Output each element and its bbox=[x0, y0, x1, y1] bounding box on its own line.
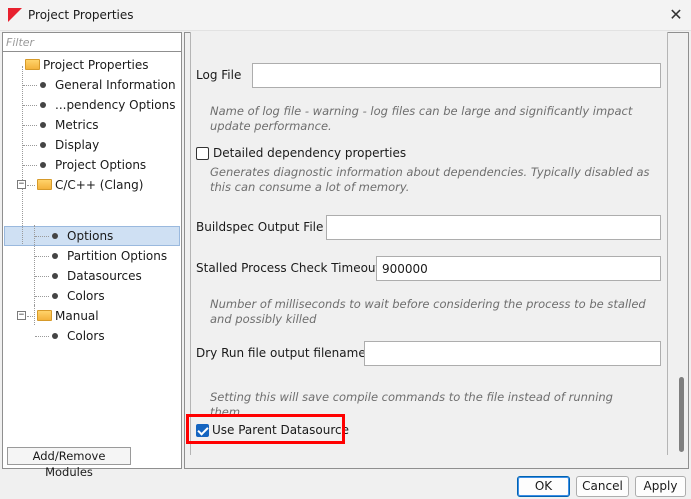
tree-item-label: Metrics bbox=[55, 118, 99, 132]
tree-guide-line bbox=[35, 296, 49, 297]
log-file-hint: Name of log file - warning - log files c… bbox=[210, 104, 633, 133]
collapse-icon[interactable]: − bbox=[17, 180, 26, 189]
ok-button[interactable]: OK bbox=[517, 476, 570, 497]
bullet-icon bbox=[52, 253, 58, 259]
tree-item-label: C/C++ (Clang) bbox=[55, 178, 144, 192]
tree-item-manual-colors[interactable]: Colors bbox=[3, 326, 181, 346]
bullet-icon bbox=[40, 82, 46, 88]
tree-item-dependency-options[interactable]: ...pendency Options bbox=[3, 95, 181, 115]
sidebar: Filter Project Properties General Inform… bbox=[2, 32, 182, 479]
tree-item-label: Display bbox=[55, 138, 100, 152]
stalled-timeout-hint: Number of milliseconds to wait before co… bbox=[210, 297, 646, 326]
tree-item-metrics[interactable]: Metrics bbox=[3, 115, 181, 135]
tree-guide-line bbox=[23, 145, 37, 146]
tree-item-cpp-clang[interactable]: − C/C++ (Clang) bbox=[3, 175, 181, 195]
add-remove-modules-button[interactable]: Add/Remove Modules bbox=[7, 447, 131, 479]
tree-item-display[interactable]: Display bbox=[3, 135, 181, 155]
tree-item-partition-options[interactable]: Partition Options bbox=[3, 246, 181, 266]
title-bar: Project Properties ✕ bbox=[0, 0, 691, 31]
tree-item-label: Options bbox=[67, 229, 114, 243]
tree-guide-line bbox=[35, 256, 49, 257]
tree-item-label: Datasources bbox=[67, 269, 142, 283]
bullet-icon bbox=[52, 333, 58, 339]
apply-button[interactable]: Apply bbox=[635, 476, 686, 497]
cancel-button[interactable]: Cancel bbox=[576, 476, 629, 497]
tree-item-label: Colors bbox=[67, 329, 105, 343]
tree-guide-line bbox=[35, 276, 49, 277]
tree-item-options[interactable]: Options bbox=[3, 226, 181, 246]
tree-item-label: ...pendency Options bbox=[55, 98, 176, 112]
log-file-label: Log File bbox=[196, 68, 242, 82]
tree-item-project-options[interactable]: Project Options bbox=[3, 155, 181, 175]
tree-item-colors[interactable]: Colors bbox=[3, 286, 181, 306]
buildspec-output-file-label: Buildspec Output File bbox=[196, 220, 324, 234]
window-title: Project Properties bbox=[28, 8, 134, 22]
tree-item-label: Manual bbox=[55, 309, 99, 323]
tree-guide-line bbox=[23, 165, 37, 166]
detailed-dependency-checkbox[interactable] bbox=[196, 147, 209, 160]
tree-guide-line bbox=[35, 236, 49, 237]
bullet-icon bbox=[52, 273, 58, 279]
detailed-dependency-hint: Generates diagnostic information about d… bbox=[210, 165, 650, 194]
bullet-icon bbox=[52, 233, 58, 239]
tree-guide-line bbox=[23, 85, 37, 86]
folder-icon bbox=[37, 179, 52, 190]
tree-item-project-properties[interactable]: Project Properties bbox=[3, 55, 181, 75]
tree-item-label: Partition Options bbox=[67, 249, 168, 263]
app-logo-icon bbox=[8, 8, 22, 22]
folder-icon bbox=[37, 310, 52, 321]
bullet-icon bbox=[52, 293, 58, 299]
bullet-icon bbox=[40, 122, 46, 128]
tree-item-label: Project Options bbox=[55, 158, 147, 172]
collapse-icon[interactable]: − bbox=[17, 311, 26, 320]
detailed-dependency-label: Detailed dependency properties bbox=[213, 146, 407, 160]
tree-guide-line bbox=[27, 316, 35, 317]
tree-item-manual[interactable]: − Manual bbox=[3, 306, 181, 326]
tree-item-label: Colors bbox=[67, 289, 105, 303]
tree-item-datasources[interactable]: Datasources bbox=[3, 266, 181, 286]
tree-guide-line bbox=[23, 105, 37, 106]
buildspec-output-file-input[interactable] bbox=[326, 215, 661, 240]
vertical-scrollbar-thumb[interactable] bbox=[679, 377, 684, 452]
stalled-timeout-label: Stalled Process Check Timeout bbox=[196, 261, 381, 275]
tree-guide-line bbox=[35, 336, 49, 337]
dry-run-filename-label: Dry Run file output filename bbox=[196, 346, 366, 360]
tree-item-general-information[interactable]: General Information bbox=[3, 75, 181, 95]
tree-item-label: Project Properties bbox=[43, 58, 149, 72]
tree-guide-line bbox=[27, 185, 35, 186]
close-icon[interactable]: ✕ bbox=[664, 3, 688, 27]
stalled-timeout-input[interactable]: 900000 bbox=[376, 256, 661, 281]
log-file-input[interactable] bbox=[252, 63, 661, 88]
folder-icon bbox=[25, 59, 40, 70]
tree-guide-line bbox=[23, 125, 37, 126]
red-highlight-box bbox=[186, 414, 345, 444]
tree-item-label: General Information bbox=[55, 78, 176, 92]
bullet-icon bbox=[40, 162, 46, 168]
bullet-icon bbox=[40, 142, 46, 148]
filter-input[interactable]: Filter bbox=[3, 33, 181, 52]
bullet-icon bbox=[40, 102, 46, 108]
dry-run-filename-input[interactable] bbox=[364, 341, 661, 366]
